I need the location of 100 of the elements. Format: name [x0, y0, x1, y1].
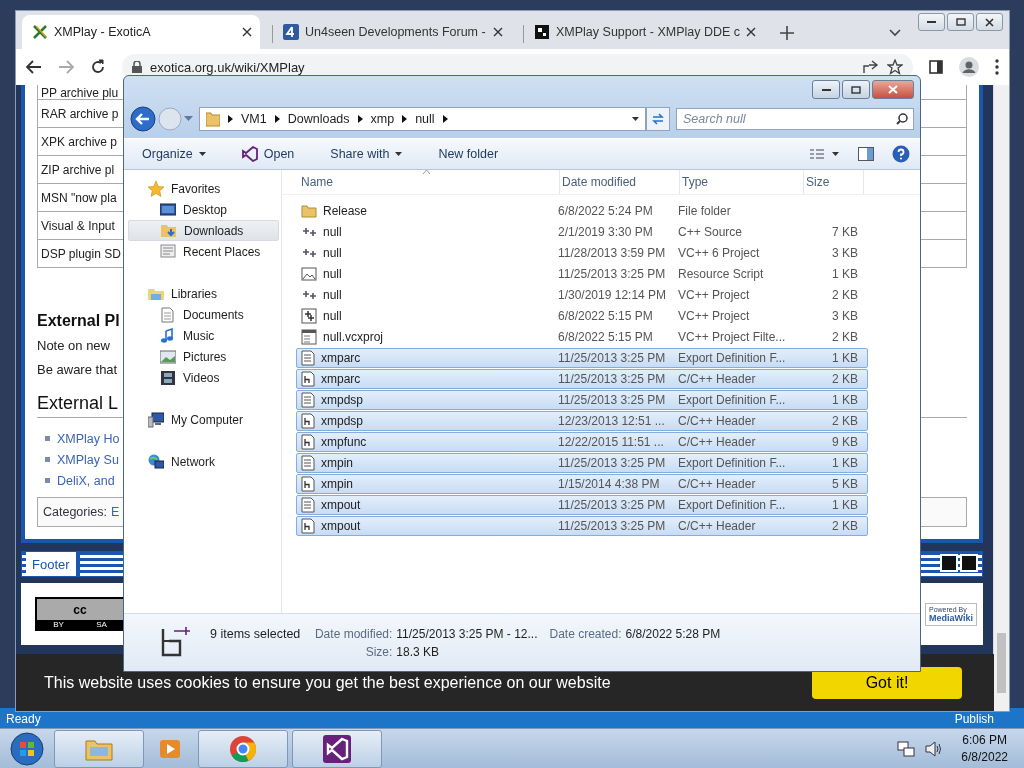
nav-item[interactable]: Favorites [128, 178, 279, 199]
file-type: Export Definition F... [678, 351, 787, 365]
license-badge[interactable]: cc BY SA [35, 597, 125, 631]
file-size: 1 KB [832, 351, 858, 365]
file-row[interactable]: Release 6/8/2022 5:24 PM File folder [296, 201, 868, 221]
link[interactable]: XMPlay Ho [57, 431, 120, 446]
file-row[interactable]: xmparc 11/25/2013 3:25 PM C/C++ Header 2 KB [296, 369, 868, 389]
breadcrumb-item[interactable]: null [415, 112, 435, 126]
link[interactable]: XMPlay Su [57, 452, 119, 467]
file-row[interactable]: null 2/1/2019 3:30 PM C++ Source 7 KB [296, 222, 868, 242]
nav-item[interactable]: Desktop [128, 199, 279, 220]
side-panel-icon[interactable] [929, 60, 943, 74]
preview-pane-icon[interactable] [858, 147, 874, 161]
breadcrumb-item[interactable]: xmp [370, 112, 395, 126]
nav-item[interactable]: Libraries [128, 283, 279, 304]
file-date: 1/15/2014 4:38 PM [558, 477, 661, 491]
menu-icon[interactable] [995, 59, 999, 75]
minimize-button[interactable] [812, 80, 840, 99]
toolbar-button[interactable]: New folder [430, 143, 507, 165]
nav-item[interactable]: Network [128, 451, 279, 472]
window-button-icon[interactable] [940, 554, 958, 572]
column-header[interactable]: Type [680, 170, 804, 194]
maximize-button[interactable] [842, 80, 870, 99]
column-header[interactable]: Size [804, 170, 864, 194]
file-row[interactable]: xmpin 1/15/2014 4:38 PM C/C++ Header 5 KB [296, 474, 868, 494]
file-type: C/C++ Header [678, 372, 757, 386]
table-cell: Visual & Input [41, 218, 115, 233]
file-row[interactable]: xmpout 11/25/2013 3:25 PM C/C++ Header 2 KB [296, 516, 868, 536]
clock[interactable]: 6:06 PM 6/8/2022 [953, 733, 1016, 764]
start-orb-icon[interactable] [10, 731, 44, 766]
view-options-icon[interactable] [810, 149, 840, 159]
browser-tab[interactable]: Un4seen Developments Forum - [273, 15, 511, 49]
breadcrumb-item[interactable]: VM1 [241, 112, 267, 126]
file-size: 2 KB [832, 519, 858, 533]
star-icon[interactable] [887, 59, 903, 75]
history-caret-icon[interactable] [184, 116, 193, 122]
nav-item[interactable]: Pictures [128, 346, 279, 367]
file-row[interactable]: null 11/25/2013 3:25 PM Resource Script 1 KB [296, 264, 868, 284]
file-size: 1 KB [832, 267, 858, 281]
breadcrumb-item[interactable]: Downloads [287, 112, 350, 126]
file-row[interactable]: null.vcxproj 6/8/2022 5:15 PM VC++ Project Filte... 2 KB [296, 327, 868, 347]
new-tab-icon[interactable] [780, 26, 794, 40]
toolbar-button[interactable]: Open [233, 142, 303, 166]
back-icon[interactable] [130, 106, 156, 132]
search-field[interactable]: Search null [676, 108, 914, 130]
close-icon[interactable] [493, 27, 503, 37]
refresh-button[interactable] [646, 107, 670, 131]
link[interactable]: DeliX, and [57, 473, 115, 488]
nav-item[interactable]: Videos [128, 367, 279, 388]
close-icon[interactable] [242, 27, 252, 37]
browser-tab[interactable]: XMPlay - ExoticA [22, 15, 260, 49]
column-header[interactable]: Name [299, 170, 560, 194]
file-size: 1 KB [832, 456, 858, 470]
close-button[interactable] [976, 13, 1003, 31]
project-file-icon [301, 308, 317, 324]
file-date: 2/1/2019 3:30 PM [558, 225, 654, 239]
help-icon[interactable] [892, 145, 910, 163]
chrome-icon[interactable] [229, 734, 257, 763]
visual-studio-icon[interactable] [323, 734, 351, 763]
network-icon[interactable] [897, 740, 916, 757]
scrollbar[interactable] [993, 85, 1009, 711]
file-row[interactable]: null 1/30/2019 12:14 PM VC++ Project 2 KB [296, 285, 868, 305]
publish-button[interactable]: Publish [954, 712, 994, 726]
window-button-icon[interactable] [960, 554, 978, 572]
nav-item[interactable]: Recent Places [128, 241, 279, 262]
file-type: C/C++ Header [678, 435, 757, 449]
nav-item[interactable]: Music [128, 325, 279, 346]
file-row[interactable]: xmparc 11/25/2013 3:25 PM Export Definition F... 1 KB [296, 348, 868, 368]
reload-icon[interactable] [90, 59, 106, 75]
toolbar-button[interactable]: Share with [322, 143, 411, 165]
minimize-button[interactable] [918, 13, 945, 31]
category-link[interactable]: E [110, 505, 120, 519]
file-row[interactable]: null 6/8/2022 5:15 PM VC++ Project 3 KB [296, 306, 868, 326]
address-bar[interactable]: VM1 Downloads xmp null [199, 107, 646, 131]
close-icon [888, 85, 898, 94]
volume-icon[interactable] [925, 740, 944, 757]
file-row[interactable]: xmpin 11/25/2013 3:25 PM Export Definition F... 1 KB [296, 453, 868, 473]
file-size: 1 KB [832, 393, 858, 407]
nav-item[interactable]: Documents [128, 304, 279, 325]
maximize-button[interactable] [947, 13, 974, 31]
profile-icon[interactable] [959, 57, 979, 77]
file-row[interactable]: xmpdsp 11/25/2013 3:25 PM Export Definition F... 1 KB [296, 390, 868, 410]
caret-down-icon[interactable] [632, 117, 639, 121]
browser-tab[interactable]: XMPlay Support - XMPlay DDE c [524, 15, 762, 49]
file-row[interactable]: xmpdsp 12/23/2013 12:51 ... C/C++ Header 2 KB [296, 411, 868, 431]
back-icon[interactable] [26, 60, 42, 74]
nav-item[interactable]: Downloads [128, 220, 279, 241]
column-header[interactable]: Date modified [560, 170, 680, 194]
chevron-down-icon[interactable] [889, 29, 901, 37]
detail-label: Date modified: [313, 626, 393, 641]
detail-label: Size: [364, 644, 393, 659]
share-icon[interactable] [863, 60, 879, 74]
nav-item[interactable]: My Computer [128, 409, 279, 430]
file-row[interactable]: xmpfunc 12/22/2015 11:51 ... C/C++ Header 9 KB [296, 432, 868, 452]
toolbar-button[interactable]: Organize [134, 143, 214, 165]
file-row[interactable]: xmpout 11/25/2013 3:25 PM Export Definition F... 1 KB [296, 495, 868, 515]
file-date: 11/25/2013 3:25 PM [558, 498, 667, 512]
file-row[interactable]: null 11/28/2013 3:59 PM VC++ 6 Project 3 KB [296, 243, 868, 263]
desktop-icon [160, 201, 176, 218]
close-icon[interactable] [746, 27, 757, 37]
